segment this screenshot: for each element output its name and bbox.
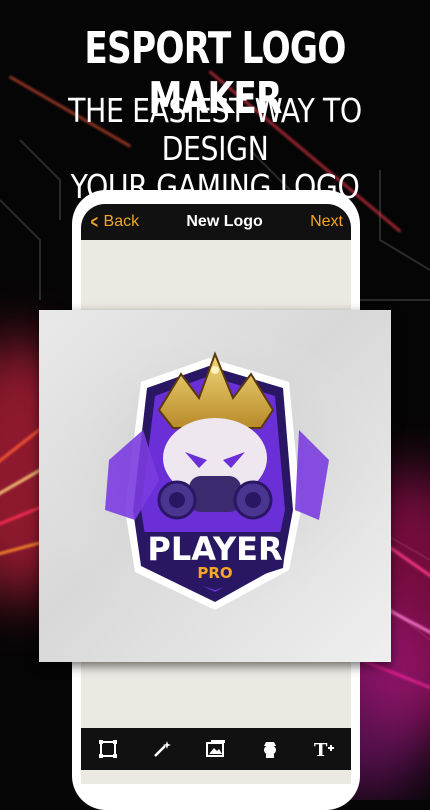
logo-text-sub: PRO xyxy=(197,564,232,582)
subline-line-1: THE EASIEST WAY TO DESIGN xyxy=(68,91,362,168)
crop-icon[interactable] xyxy=(95,736,121,762)
logo-text-main: PLAYER xyxy=(147,530,282,568)
screen-title: New Logo xyxy=(186,213,263,230)
magic-wand-icon[interactable] xyxy=(149,736,175,762)
back-label: Back xyxy=(103,213,140,230)
image-icon[interactable] xyxy=(203,736,229,762)
logo-preview-card: PLAYER PRO xyxy=(39,310,391,662)
back-button[interactable]: < Back xyxy=(89,211,140,233)
logo-artwork: PLAYER PRO xyxy=(40,330,390,630)
svg-text:T: T xyxy=(314,740,328,759)
editor-toolbar: T xyxy=(81,728,351,770)
next-button[interactable]: Next xyxy=(310,213,343,231)
subline: THE EASIEST WAY TO DESIGN YOUR GAMING LO… xyxy=(30,92,400,206)
app-bar: < Back New Logo Next xyxy=(81,204,351,240)
text-add-icon[interactable]: T xyxy=(311,736,337,762)
mascot-icon[interactable] xyxy=(257,736,283,762)
chevron-left-icon: < xyxy=(90,211,98,232)
